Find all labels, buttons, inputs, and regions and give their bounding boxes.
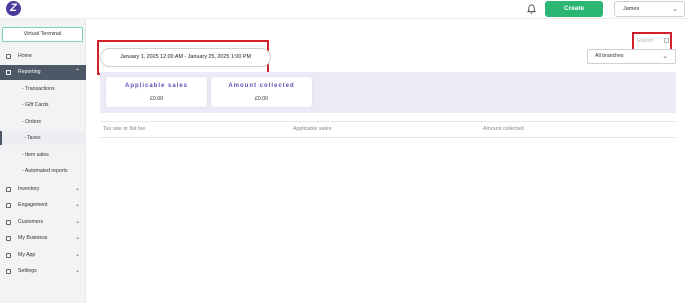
virtual-terminal-button[interactable]: Virtual Terminal bbox=[2, 27, 83, 42]
column-header-applicable-sales[interactable]: Applicable sales bbox=[293, 122, 331, 137]
applicable-sales-card: Applicable sales £0.00 bbox=[106, 77, 207, 107]
chevron-down-icon: ⌄ bbox=[74, 235, 80, 241]
chevron-down-icon: ⌄ bbox=[672, 6, 678, 13]
sidebar: Virtual Terminal Home Reporting ⌃ - Tran… bbox=[0, 19, 86, 303]
customers-icon bbox=[6, 220, 11, 225]
bell-icon[interactable] bbox=[527, 4, 536, 14]
chevron-down-icon: ⌄ bbox=[74, 268, 80, 274]
sidebar-item-label: Customers bbox=[18, 219, 44, 225]
sidebar-item-label: Home bbox=[18, 53, 32, 59]
sidebar-item-home[interactable]: Home bbox=[0, 49, 86, 64]
sidebar-item-label: My App bbox=[18, 252, 36, 258]
sidebar-item-inventory[interactable]: Inventory ⌄ bbox=[0, 182, 86, 197]
card-title: Applicable sales bbox=[124, 83, 189, 89]
sidebar-subitem-gift-cards[interactable]: - Gift Cards bbox=[0, 98, 86, 112]
engagement-icon bbox=[6, 203, 11, 208]
user-name: James bbox=[623, 6, 640, 12]
chevron-down-icon: ⌄ bbox=[74, 219, 80, 225]
sidebar-item-customers[interactable]: Customers ⌄ bbox=[0, 215, 86, 230]
sidebar-subitem-taxes[interactable]: - Taxes bbox=[0, 131, 86, 145]
sidebar-subitem-automated-reports[interactable]: - Automated reports bbox=[0, 164, 86, 178]
business-icon bbox=[6, 236, 11, 241]
sidebar-subitem-orders[interactable]: - Orders bbox=[0, 115, 86, 129]
chevron-down-icon: ⌄ bbox=[74, 252, 80, 258]
column-header-tax-rate[interactable]: Tax rate or flat fee bbox=[103, 122, 145, 137]
app-logo[interactable]: Z bbox=[6, 1, 21, 16]
export-icon[interactable] bbox=[664, 38, 669, 43]
chevron-down-icon: ⌄ bbox=[662, 53, 668, 60]
chevron-down-icon: ⌄ bbox=[74, 202, 80, 208]
amount-collected-card: Amount collected £0.00 bbox=[211, 77, 312, 107]
branch-select-value: All branches bbox=[595, 53, 624, 59]
create-button[interactable]: Create bbox=[545, 1, 603, 17]
inventory-icon bbox=[6, 187, 11, 192]
sidebar-item-label: Reporting bbox=[18, 69, 41, 75]
branch-dropdown[interactable]: All branches ⌄ bbox=[587, 49, 676, 64]
user-dropdown[interactable]: James ⌄ bbox=[614, 1, 685, 17]
sidebar-item-label: Inventory bbox=[18, 186, 40, 192]
settings-icon bbox=[6, 269, 11, 274]
taxes-table-header: Tax rate or flat fee Applicable sales Am… bbox=[100, 121, 676, 138]
sidebar-item-settings[interactable]: Settings ⌄ bbox=[0, 264, 86, 279]
sidebar-item-my-business[interactable]: My Business ⌄ bbox=[0, 231, 86, 246]
card-value: £0.00 bbox=[150, 96, 163, 102]
app-icon bbox=[6, 253, 11, 258]
sidebar-item-label: My Business bbox=[18, 235, 48, 241]
chevron-down-icon: ⌄ bbox=[74, 186, 80, 192]
column-header-amount-collected[interactable]: Amount collected bbox=[483, 122, 524, 137]
sidebar-item-label: Engagement bbox=[18, 202, 48, 208]
date-range-picker[interactable]: January 1, 2025 12:00 AM - January 25, 2… bbox=[100, 48, 271, 67]
sidebar-item-my-app[interactable]: My App ⌄ bbox=[0, 248, 86, 263]
card-title: Amount collected bbox=[228, 83, 295, 89]
sidebar-item-reporting[interactable]: Reporting ⌃ bbox=[0, 65, 86, 80]
card-value: £0.00 bbox=[255, 96, 268, 102]
sidebar-subitem-transactions[interactable]: - Transactions bbox=[0, 82, 86, 96]
chevron-up-icon: ⌃ bbox=[74, 69, 80, 75]
home-icon bbox=[6, 54, 11, 59]
top-bar: Z Create James ⌄ bbox=[0, 0, 688, 19]
sidebar-item-engagement[interactable]: Engagement ⌄ bbox=[0, 198, 86, 213]
report-icon bbox=[6, 70, 11, 75]
sidebar-subitem-item-sales[interactable]: - Item sales bbox=[0, 148, 86, 162]
sidebar-item-label: Settings bbox=[18, 268, 37, 274]
summary-band: Applicable sales £0.00 Amount collected … bbox=[100, 72, 676, 113]
export-button[interactable]: Export bbox=[637, 38, 653, 44]
